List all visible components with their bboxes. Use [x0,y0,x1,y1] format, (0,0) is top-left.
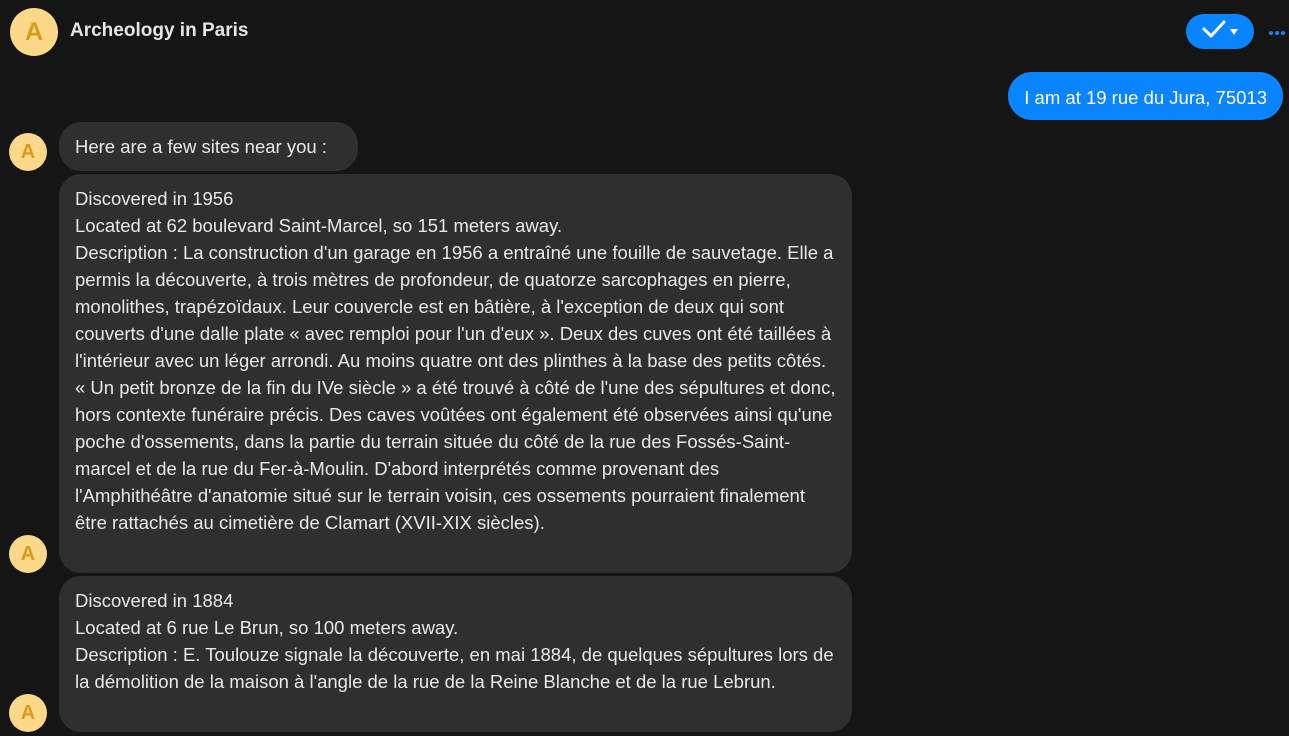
more-dots-icon [1269,23,1285,41]
site-card-1: Discovered in 1956 Located at 62 bouleva… [59,174,852,573]
more-options-button[interactable] [1268,22,1286,42]
caret-down-icon [1229,23,1239,41]
site-discovered: Discovered in 1884 [75,590,234,611]
chat-header: A Archeology in Paris [0,0,1289,64]
approve-button[interactable] [1186,14,1254,49]
user-message: I am at 19 rue du Jura, 75013 [1008,72,1283,120]
bot-message-text: Here are a few sites near you : [75,136,327,157]
bot-avatar: A [9,535,47,573]
site-discovered: Discovered in 1956 [75,188,234,209]
site-location: Located at 62 boulevard Saint-Marcel, so… [75,215,563,236]
site-location: Located at 6 rue Le Brun, so 100 meters … [75,617,459,638]
site-description: Description : E. Toulouze signale la déc… [75,644,839,692]
site-card-2: Discovered in 1884 Located at 6 rue Le B… [59,576,852,732]
bot-avatar: A [10,8,58,56]
user-message-text: I am at 19 rue du Jura, 75013 [1024,87,1267,108]
bot-avatar: A [9,694,47,732]
bot-message-intro: Here are a few sites near you : [59,122,358,171]
chat-title: Archeology in Paris [70,20,249,41]
site-description: Description : La construction d'un garag… [75,242,841,533]
bot-avatar: A [9,133,47,171]
check-icon [1201,19,1227,44]
